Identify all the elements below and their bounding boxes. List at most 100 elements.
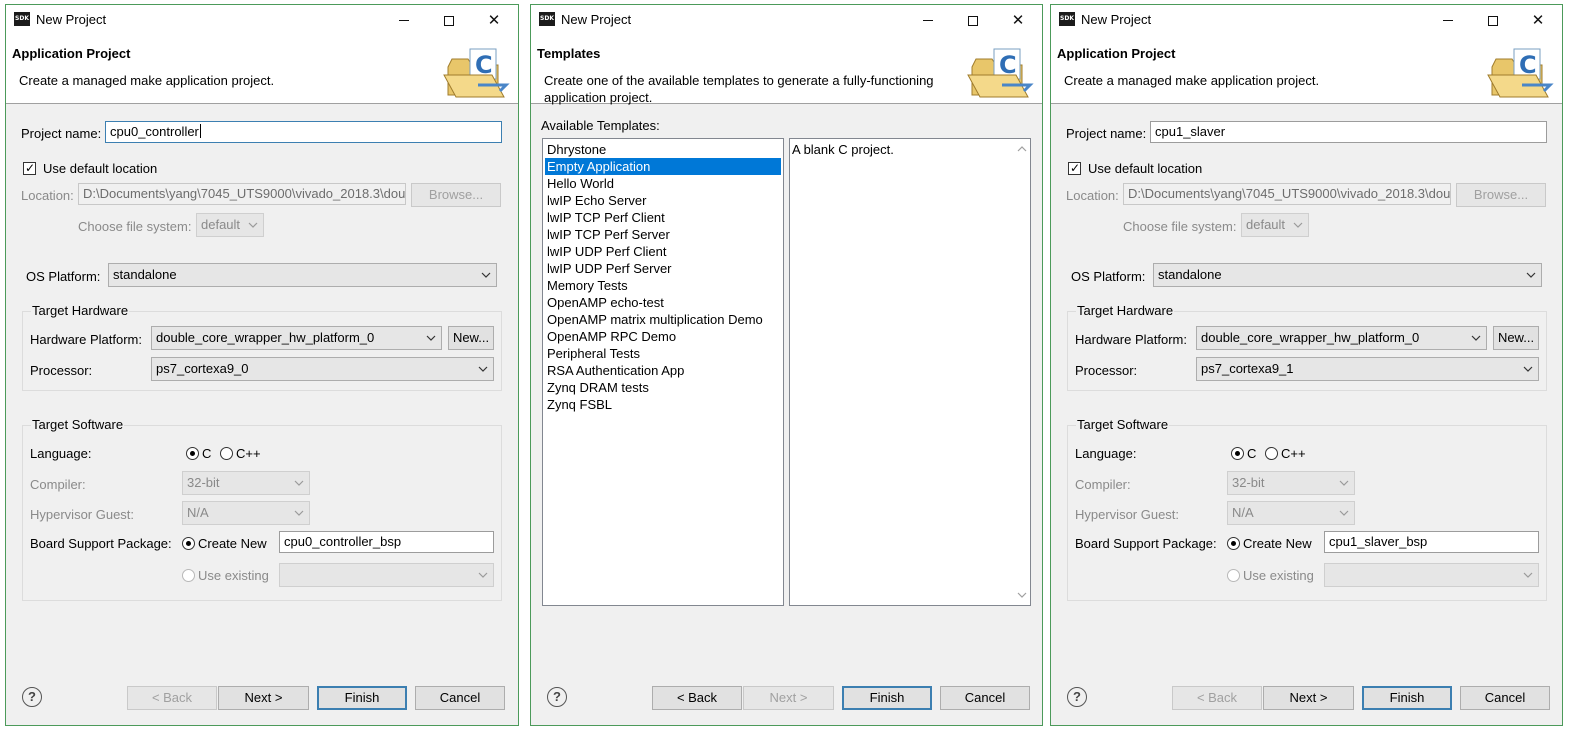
finish-button[interactable]: Finish bbox=[1362, 686, 1452, 710]
template-list-item[interactable]: lwIP TCP Perf Client bbox=[545, 209, 781, 226]
bsp-name-input[interactable]: cpu0_controller_bsp bbox=[279, 531, 494, 553]
close-button[interactable]: ✕ bbox=[472, 5, 516, 35]
back-button[interactable]: < Back bbox=[652, 686, 742, 710]
close-button[interactable]: ✕ bbox=[996, 5, 1040, 35]
chevron-down-icon bbox=[1471, 335, 1481, 341]
file-system-select[interactable]: default bbox=[196, 213, 264, 237]
title-bar: SDK New Project ✕ bbox=[531, 5, 1042, 35]
template-list-item[interactable]: RSA Authentication App bbox=[545, 362, 781, 379]
minimize-button[interactable] bbox=[1426, 5, 1470, 35]
use-default-location-checkbox[interactable]: ✓ bbox=[1068, 161, 1081, 175]
template-list-item[interactable]: Dhrystone bbox=[545, 141, 781, 158]
close-button[interactable]: ✕ bbox=[1516, 5, 1560, 35]
cancel-button[interactable]: Cancel bbox=[415, 686, 505, 710]
cancel-button[interactable]: Cancel bbox=[1460, 686, 1550, 710]
cancel-button[interactable]: Cancel bbox=[940, 686, 1030, 710]
template-list-item[interactable]: Memory Tests bbox=[545, 277, 781, 294]
location-input[interactable]: D:\Documents\yang\7045_UTS9000\vivado_20… bbox=[1123, 183, 1451, 205]
use-default-location-label: Use default location bbox=[1088, 161, 1203, 176]
compiler-select[interactable]: 32-bit bbox=[1227, 471, 1355, 495]
language-cpp-radio[interactable] bbox=[220, 447, 233, 460]
language-cpp-label: C++ bbox=[1281, 446, 1306, 461]
project-name-input[interactable]: cpu0_controller bbox=[105, 121, 502, 143]
hardware-platform-value: double_core_wrapper_hw_platform_0 bbox=[1201, 330, 1420, 345]
language-c-radio[interactable] bbox=[186, 447, 199, 460]
processor-label: Processor: bbox=[1075, 363, 1138, 378]
help-icon[interactable]: ? bbox=[547, 687, 567, 707]
new-hardware-platform-button[interactable]: New... bbox=[1493, 326, 1539, 350]
os-platform-select[interactable]: standalone bbox=[1153, 263, 1542, 287]
help-icon[interactable]: ? bbox=[1067, 687, 1087, 707]
use-default-location-checkbox[interactable]: ✓ bbox=[23, 161, 36, 175]
browse-button[interactable]: Browse... bbox=[1456, 183, 1546, 207]
hardware-platform-select[interactable]: double_core_wrapper_hw_platform_0 bbox=[151, 326, 442, 350]
minimize-button[interactable] bbox=[906, 5, 950, 35]
hardware-platform-label: Hardware Platform: bbox=[1075, 332, 1187, 347]
finish-button[interactable]: Finish bbox=[842, 686, 932, 710]
scroll-down-icon[interactable] bbox=[1017, 591, 1027, 599]
compiler-select[interactable]: 32-bit bbox=[182, 471, 310, 495]
back-button[interactable]: < Back bbox=[1172, 686, 1262, 710]
minimize-button[interactable] bbox=[382, 5, 426, 35]
next-button[interactable]: Next > bbox=[1263, 686, 1354, 710]
template-list-item[interactable]: lwIP TCP Perf Server bbox=[545, 226, 781, 243]
file-system-select[interactable]: default bbox=[1241, 213, 1309, 237]
bsp-use-existing-radio[interactable] bbox=[1227, 569, 1240, 582]
help-icon[interactable]: ? bbox=[22, 687, 42, 707]
hardware-platform-label: Hardware Platform: bbox=[30, 332, 142, 347]
bsp-existing-select[interactable] bbox=[1324, 563, 1539, 587]
bsp-use-existing-label: Use existing bbox=[1243, 568, 1314, 583]
wizard-page-title: Application Project bbox=[12, 46, 131, 61]
template-list-item[interactable]: lwIP UDP Perf Client bbox=[545, 243, 781, 260]
language-cpp-radio[interactable] bbox=[1265, 447, 1278, 460]
hardware-platform-select[interactable]: double_core_wrapper_hw_platform_0 bbox=[1196, 326, 1487, 350]
template-list-item[interactable]: Empty Application bbox=[545, 158, 781, 175]
bsp-use-existing-radio[interactable] bbox=[182, 569, 195, 582]
template-list-item[interactable]: lwIP Echo Server bbox=[545, 192, 781, 209]
c-folder-icon: C bbox=[443, 48, 510, 98]
available-templates-label: Available Templates: bbox=[541, 118, 660, 133]
hypervisor-guest-select[interactable]: N/A bbox=[1227, 501, 1355, 525]
maximize-button[interactable] bbox=[1471, 5, 1515, 35]
template-list-item[interactable]: Zynq DRAM tests bbox=[545, 379, 781, 396]
chevron-down-icon bbox=[1523, 366, 1533, 372]
templates-list[interactable]: Dhrystone Empty Application Hello World lwI… bbox=[542, 138, 784, 606]
maximize-icon bbox=[444, 15, 454, 26]
back-button[interactable]: < Back bbox=[127, 686, 217, 710]
template-list-item[interactable]: OpenAMP RPC Demo bbox=[545, 328, 781, 345]
template-list-item[interactable]: lwIP UDP Perf Server bbox=[545, 260, 781, 277]
bsp-existing-select[interactable] bbox=[279, 563, 494, 587]
template-list-item[interactable]: Peripheral Tests bbox=[545, 345, 781, 362]
maximize-button[interactable] bbox=[427, 5, 471, 35]
bsp-create-new-label: Create New bbox=[198, 536, 267, 551]
chevron-down-icon bbox=[1339, 480, 1349, 486]
next-button[interactable]: Next > bbox=[218, 686, 309, 710]
new-hardware-platform-button[interactable]: New... bbox=[448, 326, 494, 350]
os-platform-select[interactable]: standalone bbox=[108, 263, 497, 287]
next-button[interactable]: Next > bbox=[743, 686, 834, 710]
location-input[interactable]: D:\Documents\yang\7045_UTS9000\vivado_20… bbox=[78, 183, 406, 205]
language-c-radio[interactable] bbox=[1231, 447, 1244, 460]
processor-select[interactable]: ps7_cortexa9_0 bbox=[151, 357, 494, 381]
bsp-create-new-radio[interactable] bbox=[182, 537, 195, 550]
maximize-button[interactable] bbox=[951, 5, 995, 35]
bsp-name-input[interactable]: cpu1_slaver_bsp bbox=[1324, 531, 1539, 553]
processor-select[interactable]: ps7_cortexa9_1 bbox=[1196, 357, 1539, 381]
bsp-create-new-radio[interactable] bbox=[1227, 537, 1240, 550]
browse-button[interactable]: Browse... bbox=[411, 183, 501, 207]
language-c-label: C bbox=[1247, 446, 1257, 461]
language-label: Language: bbox=[1075, 446, 1137, 461]
project-name-input[interactable]: cpu1_slaver bbox=[1150, 121, 1547, 143]
compiler-label: Compiler: bbox=[30, 477, 86, 492]
template-list-item[interactable]: OpenAMP echo-test bbox=[545, 294, 781, 311]
template-list-item[interactable]: Zynq FSBL bbox=[545, 396, 781, 413]
finish-button[interactable]: Finish bbox=[317, 686, 407, 710]
scroll-up-icon[interactable] bbox=[1017, 145, 1027, 153]
chevron-down-icon bbox=[294, 480, 304, 486]
wizard-page-description: Create a managed make application projec… bbox=[1064, 73, 1320, 88]
chevron-down-icon bbox=[294, 510, 304, 516]
template-list-item[interactable]: Hello World bbox=[545, 175, 781, 192]
template-list-item[interactable]: OpenAMP matrix multiplication Demo bbox=[545, 311, 781, 328]
sdk-icon: SDK bbox=[539, 12, 555, 26]
hypervisor-guest-select[interactable]: N/A bbox=[182, 501, 310, 525]
